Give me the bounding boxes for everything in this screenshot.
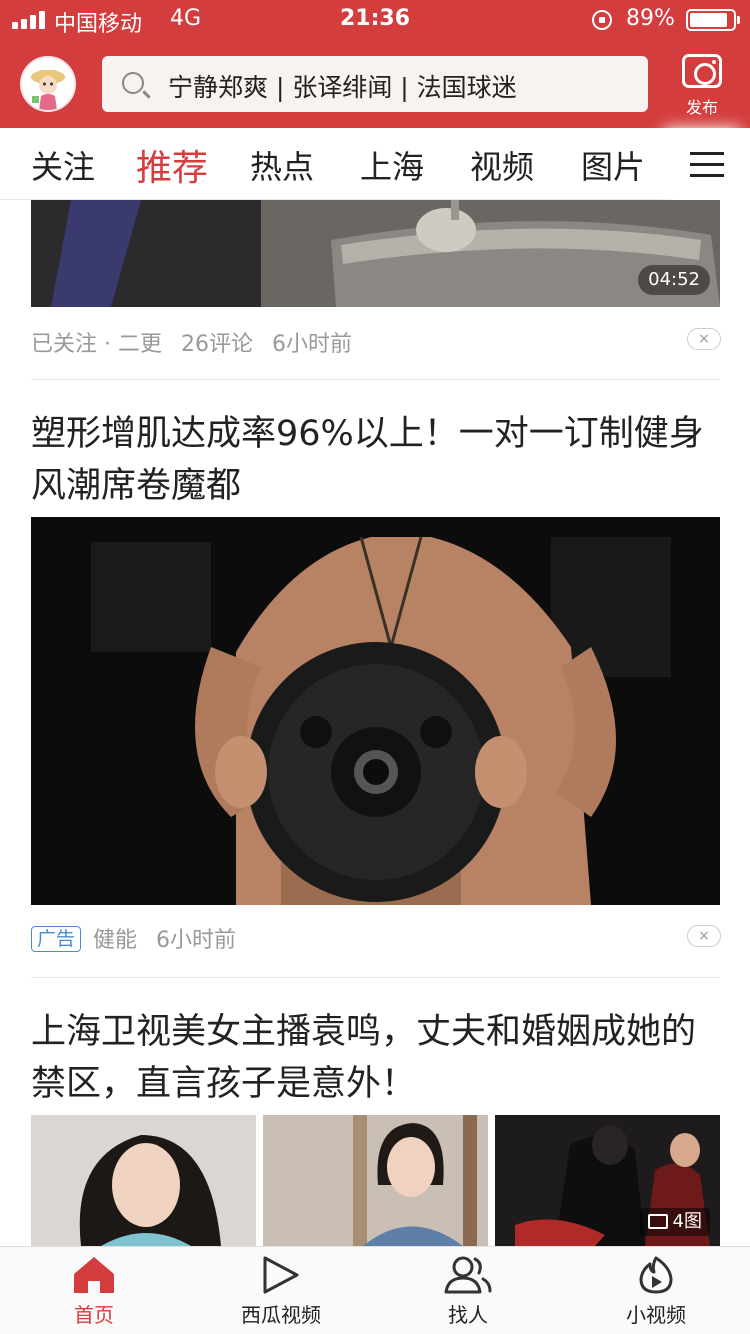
status-bar: 中国移动 4G 21:36 89%: [0, 0, 750, 40]
item-meta: 广告 健能 6小时前: [31, 922, 248, 954]
home-icon: [74, 1257, 114, 1293]
nav-home[interactable]: 首页: [34, 1255, 154, 1328]
item-source: 已关注 · 二更: [31, 332, 162, 357]
divider: [31, 379, 720, 380]
item-time: 6小时前: [156, 928, 237, 953]
flame-play-icon: [639, 1256, 673, 1294]
bottom-nav: 首页 西瓜视频 找人 小视频: [0, 1246, 750, 1334]
rotation-lock-icon: [592, 10, 612, 30]
tab-hot[interactable]: 热点: [250, 142, 314, 188]
publish-label: 发布: [685, 98, 718, 117]
article-image[interactable]: [31, 517, 720, 905]
search-icon: [122, 72, 144, 94]
publish-button[interactable]: 发布: [676, 54, 728, 120]
gallery-image[interactable]: 4图: [495, 1115, 720, 1246]
nav-find-people-label: 找人: [448, 1303, 488, 1327]
tab-video[interactable]: 视频: [470, 142, 534, 188]
nav-xigua-video-label: 西瓜视频: [241, 1303, 321, 1327]
gallery-image[interactable]: [263, 1115, 488, 1246]
article-title[interactable]: 塑形增肌达成率96%以上！一对一订制健身风潮席卷魔都: [31, 408, 721, 512]
item-comments: 26评论: [180, 332, 253, 357]
top-header: 中国移动 4G 21:36 89% 宁静郑爽 | 张译绯闻 | 法国球迷 发布: [0, 0, 750, 128]
tab-shanghai[interactable]: 上海: [360, 142, 424, 188]
item-meta: 已关注 · 二更 26评论 6小时前: [31, 326, 364, 358]
image-count-badge: 4图: [639, 1208, 710, 1236]
video-thumbnail[interactable]: 04:52: [31, 200, 720, 307]
tab-pictures[interactable]: 图片: [581, 142, 645, 188]
nav-short-video[interactable]: 小视频: [596, 1255, 716, 1328]
dislike-button[interactable]: ×: [687, 328, 721, 350]
dislike-button[interactable]: ×: [687, 925, 721, 947]
item-source: 健能: [93, 928, 138, 953]
nav-home-label: 首页: [74, 1303, 114, 1327]
search-suggestion: 宁静郑爽 | 张译绯闻 | 法国球迷: [168, 73, 517, 102]
search-bar[interactable]: 宁静郑爽 | 张译绯闻 | 法国球迷: [102, 56, 648, 112]
play-icon: [263, 1256, 299, 1294]
camera-icon: [682, 54, 722, 88]
article-title[interactable]: 上海卫视美女主播袁鸣，丈夫和婚姻成她的禁区，直言孩子是意外！: [31, 1006, 721, 1110]
item-time: 6小时前: [271, 332, 352, 357]
image-icon: [647, 1214, 668, 1229]
ad-badge: 广告: [31, 926, 82, 952]
people-icon: [444, 1256, 492, 1294]
cartoon-avatar-icon: [22, 58, 74, 110]
user-avatar[interactable]: [20, 56, 76, 112]
battery-icon: [686, 9, 740, 31]
video-duration: 04:52: [638, 265, 710, 295]
tab-recommend[interactable]: 推荐: [136, 139, 208, 191]
divider: [31, 977, 720, 978]
battery-percent: 89%: [626, 6, 675, 31]
nav-xigua-video[interactable]: 西瓜视频: [221, 1255, 341, 1328]
image-count: 4图: [672, 1211, 702, 1232]
nav-find-people[interactable]: 找人: [408, 1255, 528, 1328]
gallery-image[interactable]: [31, 1115, 256, 1246]
news-feed[interactable]: 04:52 已关注 · 二更 26评论 6小时前 × 塑形增肌达成率96%以上！…: [0, 200, 750, 1246]
tab-follow[interactable]: 关注: [31, 142, 95, 188]
nav-short-video-label: 小视频: [626, 1303, 686, 1327]
channel-menu-icon[interactable]: [674, 128, 750, 200]
channel-tabs: 关注 推荐 热点 上海 视频 图片: [0, 128, 750, 200]
